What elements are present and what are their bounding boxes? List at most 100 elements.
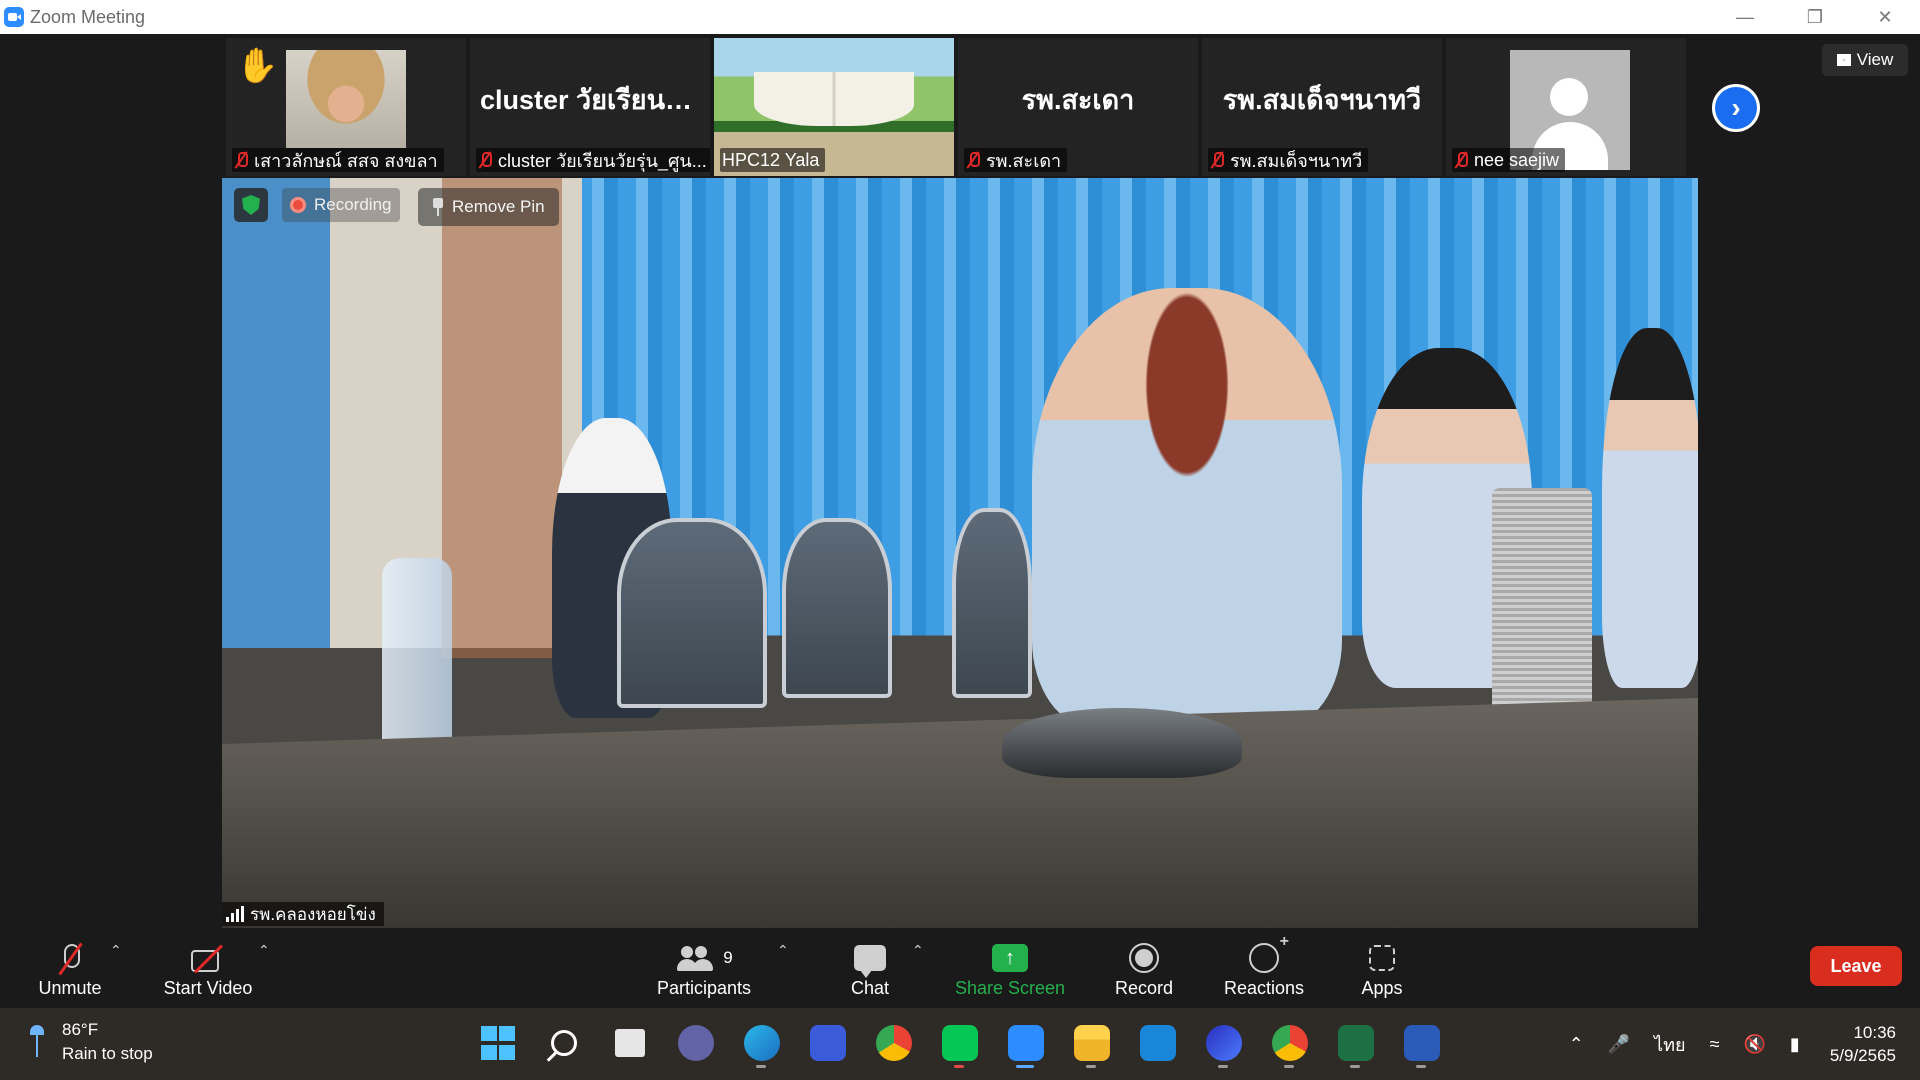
participant-tile[interactable]: รพ.สมเด็จฯนาทวี รพ.สมเด็จฯนาทวี [1202,38,1442,176]
security-badge[interactable] [234,188,268,222]
chat-button[interactable]: Chat [840,934,900,1004]
language-indicator[interactable]: ไทย [1654,1030,1685,1059]
participant-video [286,50,406,148]
grid-icon [1836,54,1851,66]
record-dot-icon [290,197,306,213]
recording-label: Recording [314,195,392,214]
browser-button[interactable] [1202,1018,1246,1068]
chat-label: Chat [850,978,890,998]
share-screen-button[interactable]: ↑ Share Screen [950,934,1070,1004]
signal-strength-icon [226,906,244,922]
word-icon [1404,1025,1440,1061]
windows-taskbar: 86°F Rain to stop ⌃ 🎤 ไทย ≈ 🔇 ▮ 10:36 5/… [0,1008,1920,1080]
participant-name: เสาวลักษณ์ สสจ สงขลา [254,150,438,171]
participants-button[interactable]: 9 Participants [650,934,758,1004]
clock-time: 10:36 [1853,1023,1896,1042]
title-bar: Zoom Meeting — ❐ ✕ [0,0,1920,34]
close-button[interactable]: ✕ [1850,0,1920,34]
chair [782,518,892,698]
chat-options-caret[interactable]: ⌃ [912,942,924,959]
speaker-name-tag: รพ.คลองหอยโข่ง [222,902,384,926]
chrome-profile-button[interactable] [1268,1018,1312,1068]
apps-button[interactable]: Apps [1352,934,1412,1004]
chevron-right-icon: › [1731,92,1741,123]
minimize-button[interactable]: — [1710,0,1780,34]
smiley-icon [1249,933,1289,973]
participants-options-caret[interactable]: ⌃ [777,942,789,959]
clock-date: 5/9/2565 [1829,1046,1896,1065]
excel-button[interactable] [1334,1018,1378,1068]
window-title: Zoom Meeting [30,6,146,27]
weather-widget[interactable]: 86°F Rain to stop [30,1018,153,1066]
zoom-taskbar-button[interactable] [1004,1018,1048,1068]
participants-icon [675,944,715,972]
task-view-button[interactable] [608,1018,652,1068]
unmute-button[interactable]: Unmute [30,934,110,1004]
start-video-label: Start Video [163,978,253,998]
mail-button[interactable] [1136,1018,1180,1068]
line-button[interactable] [938,1018,982,1068]
microphone-icon[interactable]: 🎤 [1608,1034,1630,1055]
edge-button[interactable] [740,1018,784,1068]
pinned-video[interactable]: Recording Remove Pin รพ.คลองหอยโข่ง [222,178,1698,928]
wifi-icon[interactable]: ≈ [1710,1034,1720,1055]
file-explorer-button[interactable] [1070,1018,1114,1068]
participant-name: รพ.สะเดา [986,150,1062,171]
chevron-up-icon[interactable]: ⌃ [1569,1034,1584,1055]
recording-indicator: Recording [282,188,400,222]
record-button[interactable]: Record [1104,934,1184,1004]
share-screen-label: Share Screen [954,978,1066,998]
vscode-button[interactable] [806,1018,850,1068]
code-editor-icon [810,1025,846,1061]
muted-mic-icon [1210,151,1224,169]
chair [952,508,1032,698]
battery-icon[interactable]: ▮ [1790,1034,1800,1055]
apps-icon [1369,945,1395,971]
teams-chat-button[interactable] [674,1018,718,1068]
conference-speaker [1002,708,1242,778]
zoom-app-icon [4,7,24,27]
share-screen-icon: ↑ [992,944,1028,972]
teams-chat-icon [678,1025,714,1061]
mail-icon [1140,1025,1176,1061]
apps-label: Apps [1361,978,1403,998]
remove-pin-label: Remove Pin [452,197,545,216]
windows-logo-icon [481,1026,515,1060]
participant-name: cluster วัยเรียนวัยรุ่น_ศูน... [498,150,707,171]
muted-mic-icon [478,151,492,169]
raised-hand-icon: ✋ [236,47,279,85]
window-controls: — ❐ ✕ [1710,0,1920,34]
participant-strip: ✋ เสาวลักษณ์ สสจ สงขลา cluster วัยเรียนว… [226,38,1692,176]
participant-tile[interactable]: nee saejiw [1446,38,1686,176]
start-button[interactable] [476,1018,520,1068]
search-button[interactable] [542,1018,586,1068]
search-icon [551,1030,577,1056]
word-button[interactable] [1400,1018,1444,1068]
next-page-button[interactable]: › [1712,84,1760,132]
remove-pin-button[interactable]: Remove Pin [418,188,559,226]
muted-mic-icon [966,151,980,169]
audio-options-caret[interactable]: ⌃ [110,942,122,959]
start-video-button[interactable]: Start Video [156,934,260,1004]
chat-icon [854,945,886,978]
meeting-area: ✋ เสาวลักษณ์ สสจ สงขลา cluster วัยเรียนว… [0,34,1920,928]
mic-muted-icon [59,942,81,974]
video-options-caret[interactable]: ⌃ [258,942,270,959]
clock[interactable]: 10:36 5/9/2565 [1830,1021,1896,1067]
restore-button[interactable]: ❐ [1780,0,1850,34]
excel-icon [1338,1025,1374,1061]
leave-button[interactable]: Leave [1810,946,1902,986]
edge-icon [744,1025,780,1061]
participant-display-name: รพ.สมเด็จฯนาทวี [1222,85,1422,115]
speaker-muted-icon[interactable]: 🔇 [1743,1034,1765,1055]
participant-name: รพ.สมเด็จฯนาทวี [1230,150,1363,171]
participant-tile[interactable]: ✋ เสาวลักษณ์ สสจ สงขลา [226,38,466,176]
reactions-button[interactable]: Reactions [1214,933,1314,1004]
system-tray: ⌃ 🎤 ไทย ≈ 🔇 ▮ 10:36 5/9/2565 [1557,1008,1920,1080]
participant-tile[interactable]: HPC12 Yala [714,38,954,176]
chrome-button[interactable] [872,1018,916,1068]
participant-tile[interactable]: รพ.สะเดา รพ.สะเดา [958,38,1198,176]
view-button[interactable]: View [1822,44,1908,76]
participant-display-name: cluster วัยเรียนวั... [480,85,703,115]
participant-tile[interactable]: cluster วัยเรียนวั... cluster วัยเรียนวั… [470,38,710,176]
